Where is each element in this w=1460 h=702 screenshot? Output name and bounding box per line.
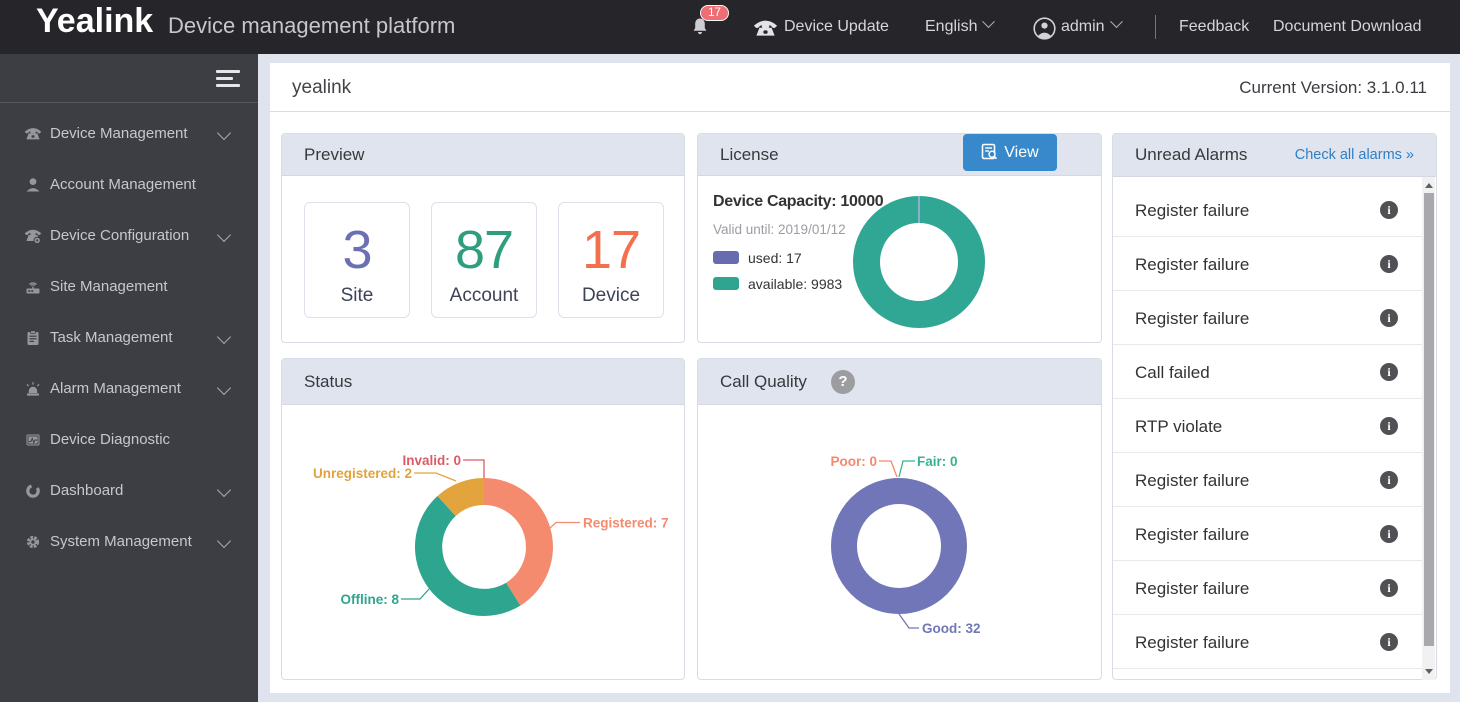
svg-text:Fair: 0: Fair: 0 [917, 454, 958, 469]
svg-text:Unregistered: 2: Unregistered: 2 [313, 466, 412, 481]
svg-text:Poor: 0: Poor: 0 [830, 454, 877, 469]
svg-text:Offline: 8: Offline: 8 [340, 592, 399, 607]
svg-text:Good: 32: Good: 32 [922, 621, 981, 636]
svg-text:Invalid: 0: Invalid: 0 [402, 453, 461, 468]
svg-text:Registered: 7: Registered: 7 [583, 516, 669, 531]
